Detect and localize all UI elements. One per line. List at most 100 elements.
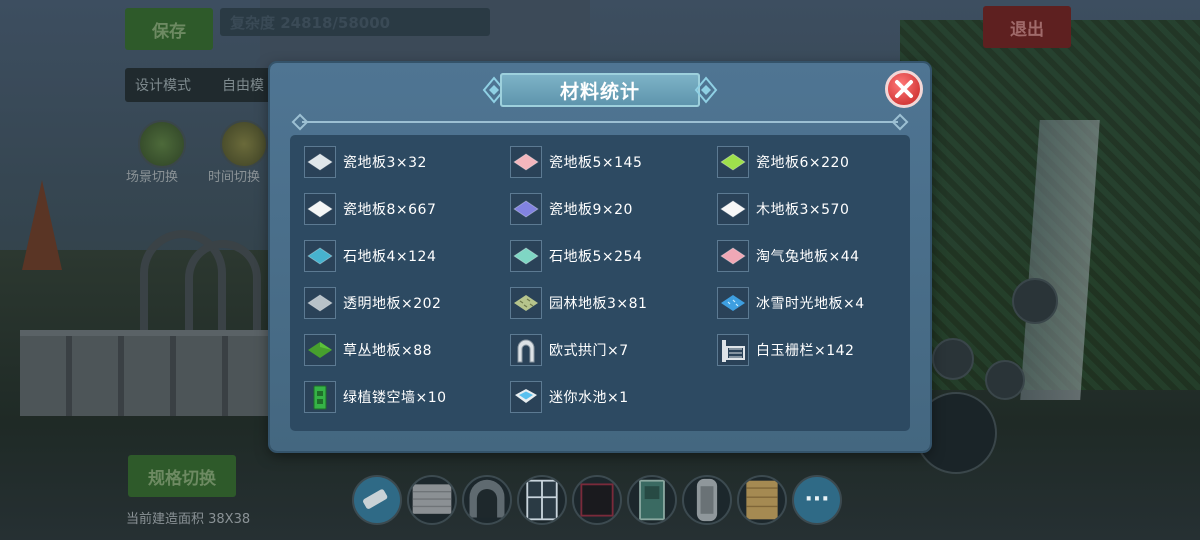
design-mode-button[interactable]: 设计模式 (125, 68, 225, 102)
material-icon-box (510, 287, 542, 319)
material-item: 草丛地板×88 (304, 334, 432, 366)
tile-floor-purple-icon (513, 200, 539, 218)
more-icon: ··· (804, 487, 830, 512)
title-divider (302, 121, 898, 123)
ice-floor-icon (721, 295, 745, 311)
stone-floor-cyan-icon (307, 247, 333, 265)
material-label: 欧式拱门×7 (549, 343, 629, 359)
dark-block-icon (580, 483, 614, 517)
stone-floor-mint-icon (513, 247, 539, 265)
tile-floor-white-icon (307, 153, 333, 171)
mini-pool-icon (515, 389, 537, 403)
garden-floor-icon (514, 295, 538, 311)
material-item: 瓷地板5×145 (510, 146, 642, 178)
material-item: 瓷地板9×20 (510, 193, 633, 225)
green-door-icon (639, 479, 665, 521)
exit-button[interactable]: 退出 (983, 6, 1071, 48)
tile-floor-green-icon (720, 153, 746, 171)
ornament-right-icon (694, 76, 718, 104)
time-switch-icon[interactable] (220, 120, 268, 168)
material-item: 白玉栅栏×142 (717, 334, 854, 366)
wood-floor-icon (720, 200, 746, 218)
material-list: 瓷地板3×32 瓷地板5×145 瓷地板6×220 瓷地板8×667 瓷地板9×20 木地… (290, 135, 910, 431)
dialog-title: 材料统计 (500, 73, 700, 107)
material-icon-box (717, 334, 749, 366)
material-label: 园林地板3×81 (549, 296, 648, 312)
toolbar-slot[interactable]: ··· (792, 475, 842, 525)
roof-spire (22, 180, 62, 270)
mirror-icon[interactable] (932, 338, 974, 380)
material-icon-box (510, 334, 542, 366)
material-label: 瓷地板9×20 (549, 202, 633, 218)
window-icon (526, 479, 558, 521)
jade-fence-icon (722, 340, 745, 362)
material-label: 石地板4×124 (343, 249, 437, 265)
material-label: 绿植镂空墙×10 (343, 390, 447, 406)
material-item: 瓷地板6×220 (717, 146, 849, 178)
undo-icon[interactable] (985, 360, 1025, 400)
build-area-text: 当前建造面积 38X38 (126, 512, 251, 527)
material-item: 石地板5×254 (510, 240, 642, 272)
material-label: 透明地板×202 (343, 296, 442, 312)
toolbar-slot[interactable] (517, 475, 567, 525)
material-item: 透明地板×202 (304, 287, 441, 319)
material-item: 迷你水池×1 (510, 381, 629, 413)
material-label: 瓷地板5×145 (549, 155, 643, 171)
material-stats-dialog: 材料统计 瓷地板3×32 瓷地板5×145 瓷地板6×220 瓷地板8×667 瓷地板9… (270, 63, 930, 451)
european-arch-icon (517, 339, 535, 363)
toolbar-slot[interactable] (462, 475, 512, 525)
material-label: 迷你水池×1 (549, 390, 629, 406)
material-icon-box (717, 287, 749, 319)
material-icon-box (510, 240, 542, 272)
scene-switch-icon[interactable] (138, 120, 186, 168)
toolbar-slot[interactable] (572, 475, 622, 525)
arch-door-icon (469, 479, 505, 518)
material-label: 瓷地板8×667 (343, 202, 437, 218)
material-item: 冰雪时光地板×4 (717, 287, 865, 319)
material-item: 淘气兔地板×44 (717, 240, 860, 272)
toolbar-slot[interactable] (352, 475, 402, 525)
stone-pillar-icon (696, 478, 718, 522)
tile-floor-white-icon (307, 200, 333, 218)
material-item: 木地板3×570 (717, 193, 849, 225)
toolbar-slot[interactable] (407, 475, 457, 525)
material-label: 冰雪时光地板×4 (756, 296, 865, 312)
toolbar-slot[interactable] (682, 475, 732, 525)
material-icon-box (304, 146, 336, 178)
material-icon-box (304, 287, 336, 319)
transparent-floor-icon (307, 294, 333, 312)
material-icon-box (717, 146, 749, 178)
spec-switch-button[interactable]: 规格切换 (128, 455, 236, 497)
close-icon (895, 80, 913, 98)
divider-ornament (891, 113, 909, 131)
background-arch (185, 240, 261, 338)
material-icon-box (717, 193, 749, 225)
material-item: 石地板4×124 (304, 240, 436, 272)
scene-switch-label: 场景切换 (126, 170, 179, 185)
material-label: 瓷地板6×220 (756, 155, 850, 171)
scroll-up-icon[interactable] (1012, 278, 1058, 324)
toolbar-slot[interactable] (737, 475, 787, 525)
material-icon-box (304, 193, 336, 225)
material-label: 草丛地板×88 (343, 343, 433, 359)
material-item: 园林地板3×81 (510, 287, 647, 319)
material-icon-box (510, 381, 542, 413)
material-item: 瓷地板3×32 (304, 146, 427, 178)
material-label: 瓷地板3×32 (343, 155, 427, 171)
material-icon-box (304, 334, 336, 366)
eraser-icon (363, 489, 388, 509)
material-label: 石地板5×254 (549, 249, 643, 265)
material-icon-box (304, 381, 336, 413)
toolbar-slot[interactable] (627, 475, 677, 525)
material-icon-box (717, 240, 749, 272)
time-switch-label: 时间切换 (208, 170, 261, 185)
grass-floor-icon (308, 342, 332, 358)
material-icon-box (304, 240, 336, 272)
green-hollow-wall-icon (313, 385, 327, 410)
material-icon-box (510, 193, 542, 225)
rabbit-floor-icon (720, 247, 746, 265)
close-button[interactable] (885, 70, 923, 108)
wood-block-icon (746, 480, 778, 520)
material-label: 白玉栅栏×142 (756, 343, 855, 359)
save-button[interactable]: 保存 (125, 8, 213, 50)
